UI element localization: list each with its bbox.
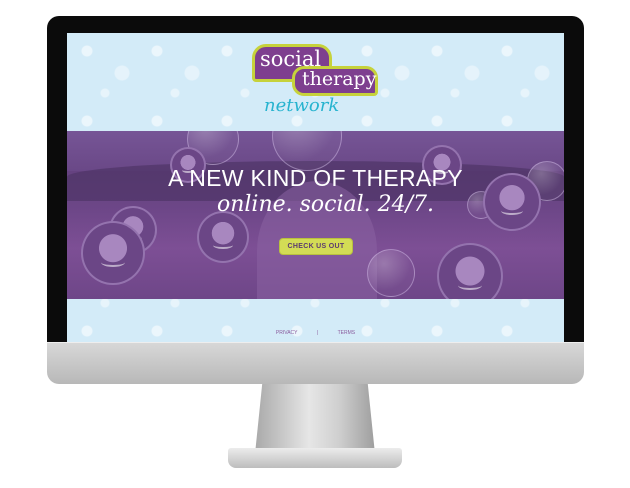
site-header: social therapy network: [67, 33, 564, 131]
privacy-link[interactable]: PRIVACY: [276, 330, 298, 336]
footer-separator: |: [316, 330, 319, 336]
bubble-decoration: [367, 249, 415, 297]
monitor-stand-neck: [255, 384, 375, 454]
hero-banner: A NEW KIND OF THERAPY online. social. 24…: [67, 131, 564, 299]
check-us-out-button[interactable]: CHECK US OUT: [279, 238, 353, 255]
site-footer: PRIVACY | TERMS: [67, 299, 564, 342]
avatar-woman-laughing: [197, 211, 249, 263]
hero-headline: A NEW KIND OF THERAPY: [168, 165, 463, 191]
logo-word-social: social: [260, 47, 322, 71]
monitor-chin: [47, 342, 584, 384]
terms-link[interactable]: TERMS: [338, 330, 356, 336]
hero-subheadline: online. social. 24/7.: [216, 192, 435, 217]
avatar-man-left: [81, 221, 145, 285]
footer-links: PRIVACY | TERMS: [67, 330, 564, 336]
monitor-screen: social therapy network A NEW KIND OF THE…: [67, 33, 564, 342]
logo-word-network: network: [264, 95, 340, 116]
avatar-man-right: [437, 243, 503, 299]
monitor-stand-base: [228, 448, 402, 468]
site-logo[interactable]: social therapy network: [252, 44, 387, 124]
logo-word-therapy: therapy: [302, 68, 377, 90]
